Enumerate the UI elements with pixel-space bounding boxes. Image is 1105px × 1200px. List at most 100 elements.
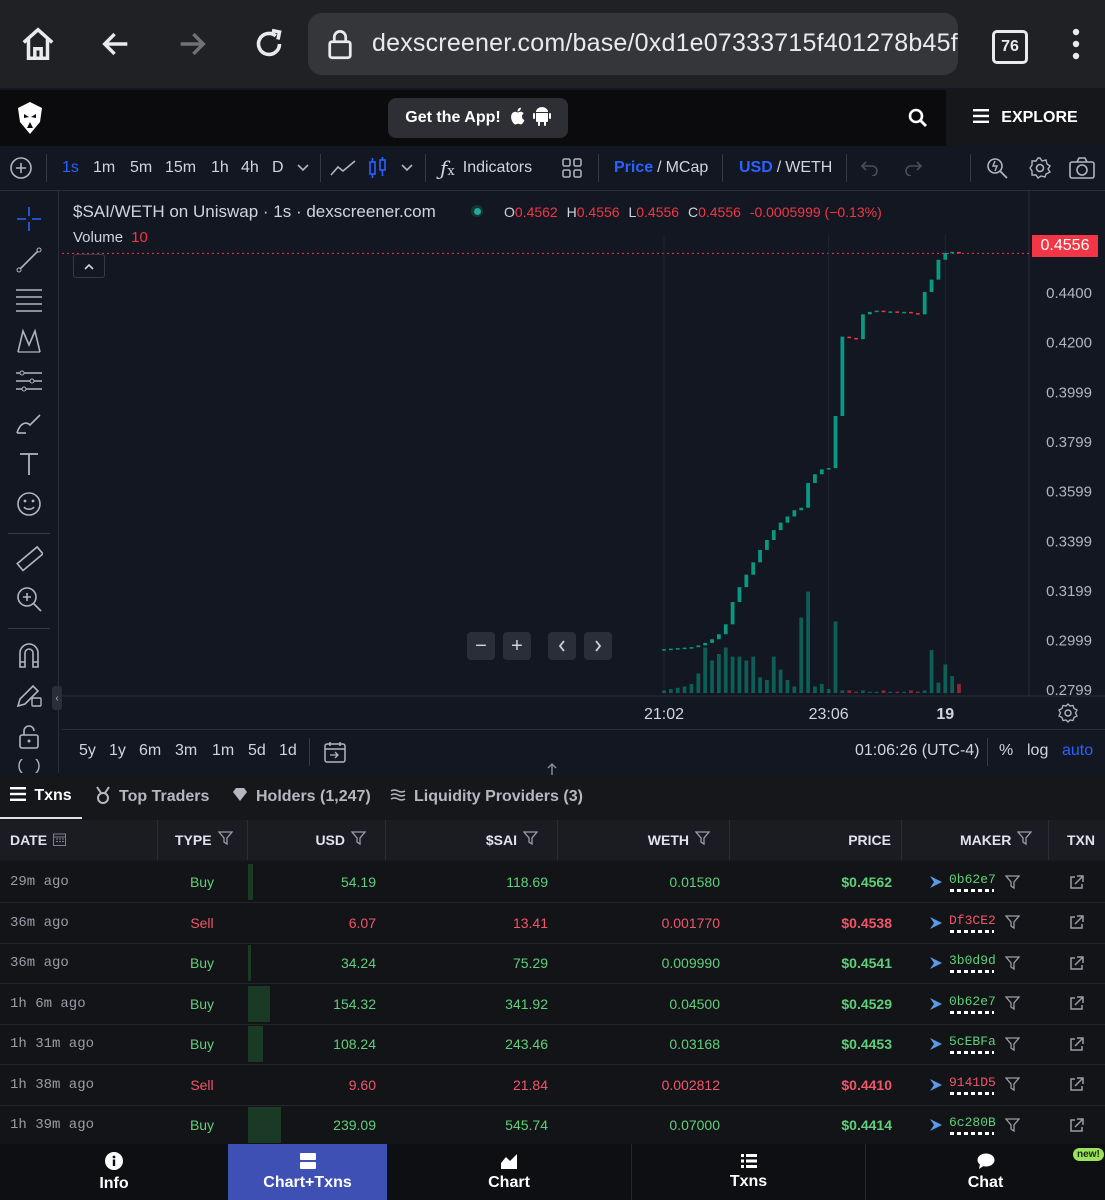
- interval-1m[interactable]: 1m: [93, 146, 115, 190]
- filter-icon[interactable]: [217, 831, 233, 849]
- filter-icon[interactable]: [522, 831, 539, 849]
- maker-address-text[interactable]: Df3CE2: [949, 913, 996, 928]
- filter-icon[interactable]: [1016, 831, 1033, 849]
- filter-maker-icon[interactable]: [1005, 862, 1020, 902]
- tab-holders[interactable]: Holders (1,247): [232, 775, 371, 819]
- nav-txns[interactable]: Txns: [632, 1144, 865, 1200]
- maker-address-text[interactable]: 5cEBFa: [949, 1034, 996, 1049]
- maker-address-text[interactable]: 0b62e7: [949, 872, 996, 887]
- text-tool-icon[interactable]: [14, 449, 44, 479]
- chart-settings-icon[interactable]: [1058, 703, 1078, 728]
- zoom-out-button[interactable]: −: [467, 632, 495, 660]
- nav-chart-txns[interactable]: Chart+Txns: [228, 1144, 387, 1200]
- column-maker[interactable]: MAKER: [960, 820, 1033, 860]
- crosshair-icon[interactable]: [14, 204, 44, 234]
- range-5y[interactable]: 5y: [79, 742, 96, 760]
- tab-txns[interactable]: Txns: [0, 775, 82, 819]
- filter-maker-icon[interactable]: [1005, 1024, 1020, 1064]
- interval-dropdown-chevron-icon[interactable]: [297, 146, 309, 190]
- table-row[interactable]: 36m ago Buy 34.24 75.29 0.009990 $0.4541 3b0d9…: [0, 943, 1105, 984]
- filter-maker-icon[interactable]: [1005, 1065, 1020, 1105]
- get-app-button[interactable]: Get the App!: [388, 98, 568, 138]
- interval-1s[interactable]: 1s: [62, 146, 79, 190]
- brush-icon[interactable]: [14, 408, 44, 438]
- collapse-legend-chevron-icon[interactable]: [73, 254, 105, 278]
- maker-address[interactable]: 3b0d9d: [949, 943, 996, 983]
- column-weth[interactable]: WETH: [558, 820, 711, 860]
- address-bar[interactable]: dexscreener.com/base/0xd1e07333715f40127…: [308, 13, 958, 75]
- filter-maker-icon[interactable]: [1005, 903, 1020, 943]
- reload-icon[interactable]: [247, 18, 291, 70]
- column-usd[interactable]: USD: [248, 820, 367, 860]
- external-link-icon[interactable]: [1069, 862, 1084, 902]
- range-3m[interactable]: 3m: [175, 742, 197, 760]
- candles-chart-type-icon[interactable]: [368, 146, 388, 190]
- table-row[interactable]: 1h 38m ago Sell 9.60 21.84 0.002812 $0.4410 91…: [0, 1065, 1105, 1106]
- search-icon[interactable]: [908, 108, 928, 133]
- range-6m[interactable]: 6m: [139, 742, 161, 760]
- price-chart[interactable]: 0.46000.44000.42000.39990.37990.35990.33…: [62, 191, 1105, 773]
- range-1d[interactable]: 1d: [279, 742, 297, 760]
- external-link-icon[interactable]: [1069, 1105, 1084, 1144]
- interval-5m[interactable]: 5m: [130, 146, 152, 190]
- maker-address-text[interactable]: 3b0d9d: [949, 953, 996, 968]
- external-link-icon[interactable]: [1069, 943, 1084, 983]
- add-symbol-icon[interactable]: [8, 146, 34, 190]
- range-5d[interactable]: 5d: [248, 742, 266, 760]
- ruler-icon[interactable]: [14, 544, 44, 574]
- range-1m[interactable]: 1m: [212, 742, 234, 760]
- maker-address[interactable]: 0b62e7: [949, 984, 996, 1024]
- eye-icon[interactable]: [14, 759, 44, 773]
- tab-top-traders[interactable]: Top Traders: [95, 775, 209, 819]
- external-link-icon[interactable]: [1069, 1024, 1084, 1064]
- go-to-date-calendar-icon[interactable]: [323, 740, 347, 769]
- table-row[interactable]: 1h 31m ago Buy 108.24 243.46 0.03168 $0.4453 5…: [0, 1024, 1105, 1065]
- table-row[interactable]: 29m ago Buy 54.19 118.69 0.01580 $0.4562 0b62e…: [0, 862, 1105, 903]
- url-text[interactable]: dexscreener.com/base/0xd1e07333715f40127…: [372, 29, 958, 58]
- forward-arrow-icon[interactable]: [170, 18, 214, 70]
- zoom-in-button[interactable]: +: [503, 632, 531, 660]
- interval-4h[interactable]: 4h: [241, 146, 259, 190]
- scroll-right-chevron-icon[interactable]: [584, 632, 612, 660]
- percent-scale-toggle[interactable]: %: [999, 742, 1013, 760]
- quick-search-icon[interactable]: [985, 146, 1009, 190]
- fib-tool-icon[interactable]: [14, 367, 44, 397]
- camera-snapshot-icon[interactable]: [1069, 146, 1095, 190]
- zoom-in-icon[interactable]: [14, 584, 44, 614]
- maker-address[interactable]: 6c280B: [949, 1105, 996, 1144]
- external-link-icon[interactable]: [1069, 903, 1084, 943]
- external-link-icon[interactable]: [1069, 984, 1084, 1024]
- chart-type-dropdown-chevron-icon[interactable]: [401, 146, 413, 190]
- table-row[interactable]: 36m ago Sell 6.07 13.41 0.001770 $0.4538 Df3CE…: [0, 903, 1105, 944]
- dexscreener-logo[interactable]: [14, 100, 46, 141]
- maker-address[interactable]: Df3CE2: [949, 903, 996, 943]
- tab-switcher-button[interactable]: 76: [992, 30, 1028, 64]
- trend-line-icon[interactable]: [14, 245, 44, 275]
- maker-address[interactable]: 0b62e7: [949, 862, 996, 902]
- table-row[interactable]: 1h 39m ago Buy 239.09 545.74 0.07000 $0.4414 6…: [0, 1105, 1105, 1144]
- emoji-icon[interactable]: [14, 489, 44, 519]
- back-arrow-icon[interactable]: [94, 18, 138, 70]
- filter-icon[interactable]: [694, 831, 711, 849]
- layout-grid-icon[interactable]: [562, 146, 582, 190]
- filter-maker-icon[interactable]: [1005, 984, 1020, 1024]
- undo-icon[interactable]: [860, 146, 880, 190]
- price-mcap-toggle[interactable]: Price / MCap: [614, 146, 708, 190]
- maker-address-text[interactable]: 9141D5: [949, 1075, 996, 1090]
- explore-button[interactable]: EXPLORE: [946, 90, 1105, 146]
- nav-info[interactable]: Info: [0, 1144, 228, 1200]
- table-row[interactable]: 1h 6m ago Buy 154.32 341.92 0.04500 $0.4529 0b…: [0, 984, 1105, 1025]
- scroll-left-chevron-icon[interactable]: [548, 632, 576, 660]
- log-scale-toggle[interactable]: log: [1027, 742, 1048, 760]
- usd-weth-toggle[interactable]: USD / WETH: [739, 146, 832, 190]
- auto-scale-toggle[interactable]: auto: [1062, 742, 1093, 760]
- magnet-icon[interactable]: [14, 640, 44, 670]
- column-type[interactable]: TYPE: [175, 820, 233, 860]
- indicators-button[interactable]: ƒx Indicators: [440, 146, 532, 190]
- column-date[interactable]: DATE: [10, 820, 67, 860]
- range-1y[interactable]: 1y: [109, 742, 126, 760]
- redo-icon[interactable]: [903, 146, 923, 190]
- chart-clock[interactable]: 01:06:26 (UTC-4): [855, 742, 980, 760]
- interval-d[interactable]: D: [272, 146, 284, 190]
- nav-chart[interactable]: Chart: [387, 1144, 631, 1200]
